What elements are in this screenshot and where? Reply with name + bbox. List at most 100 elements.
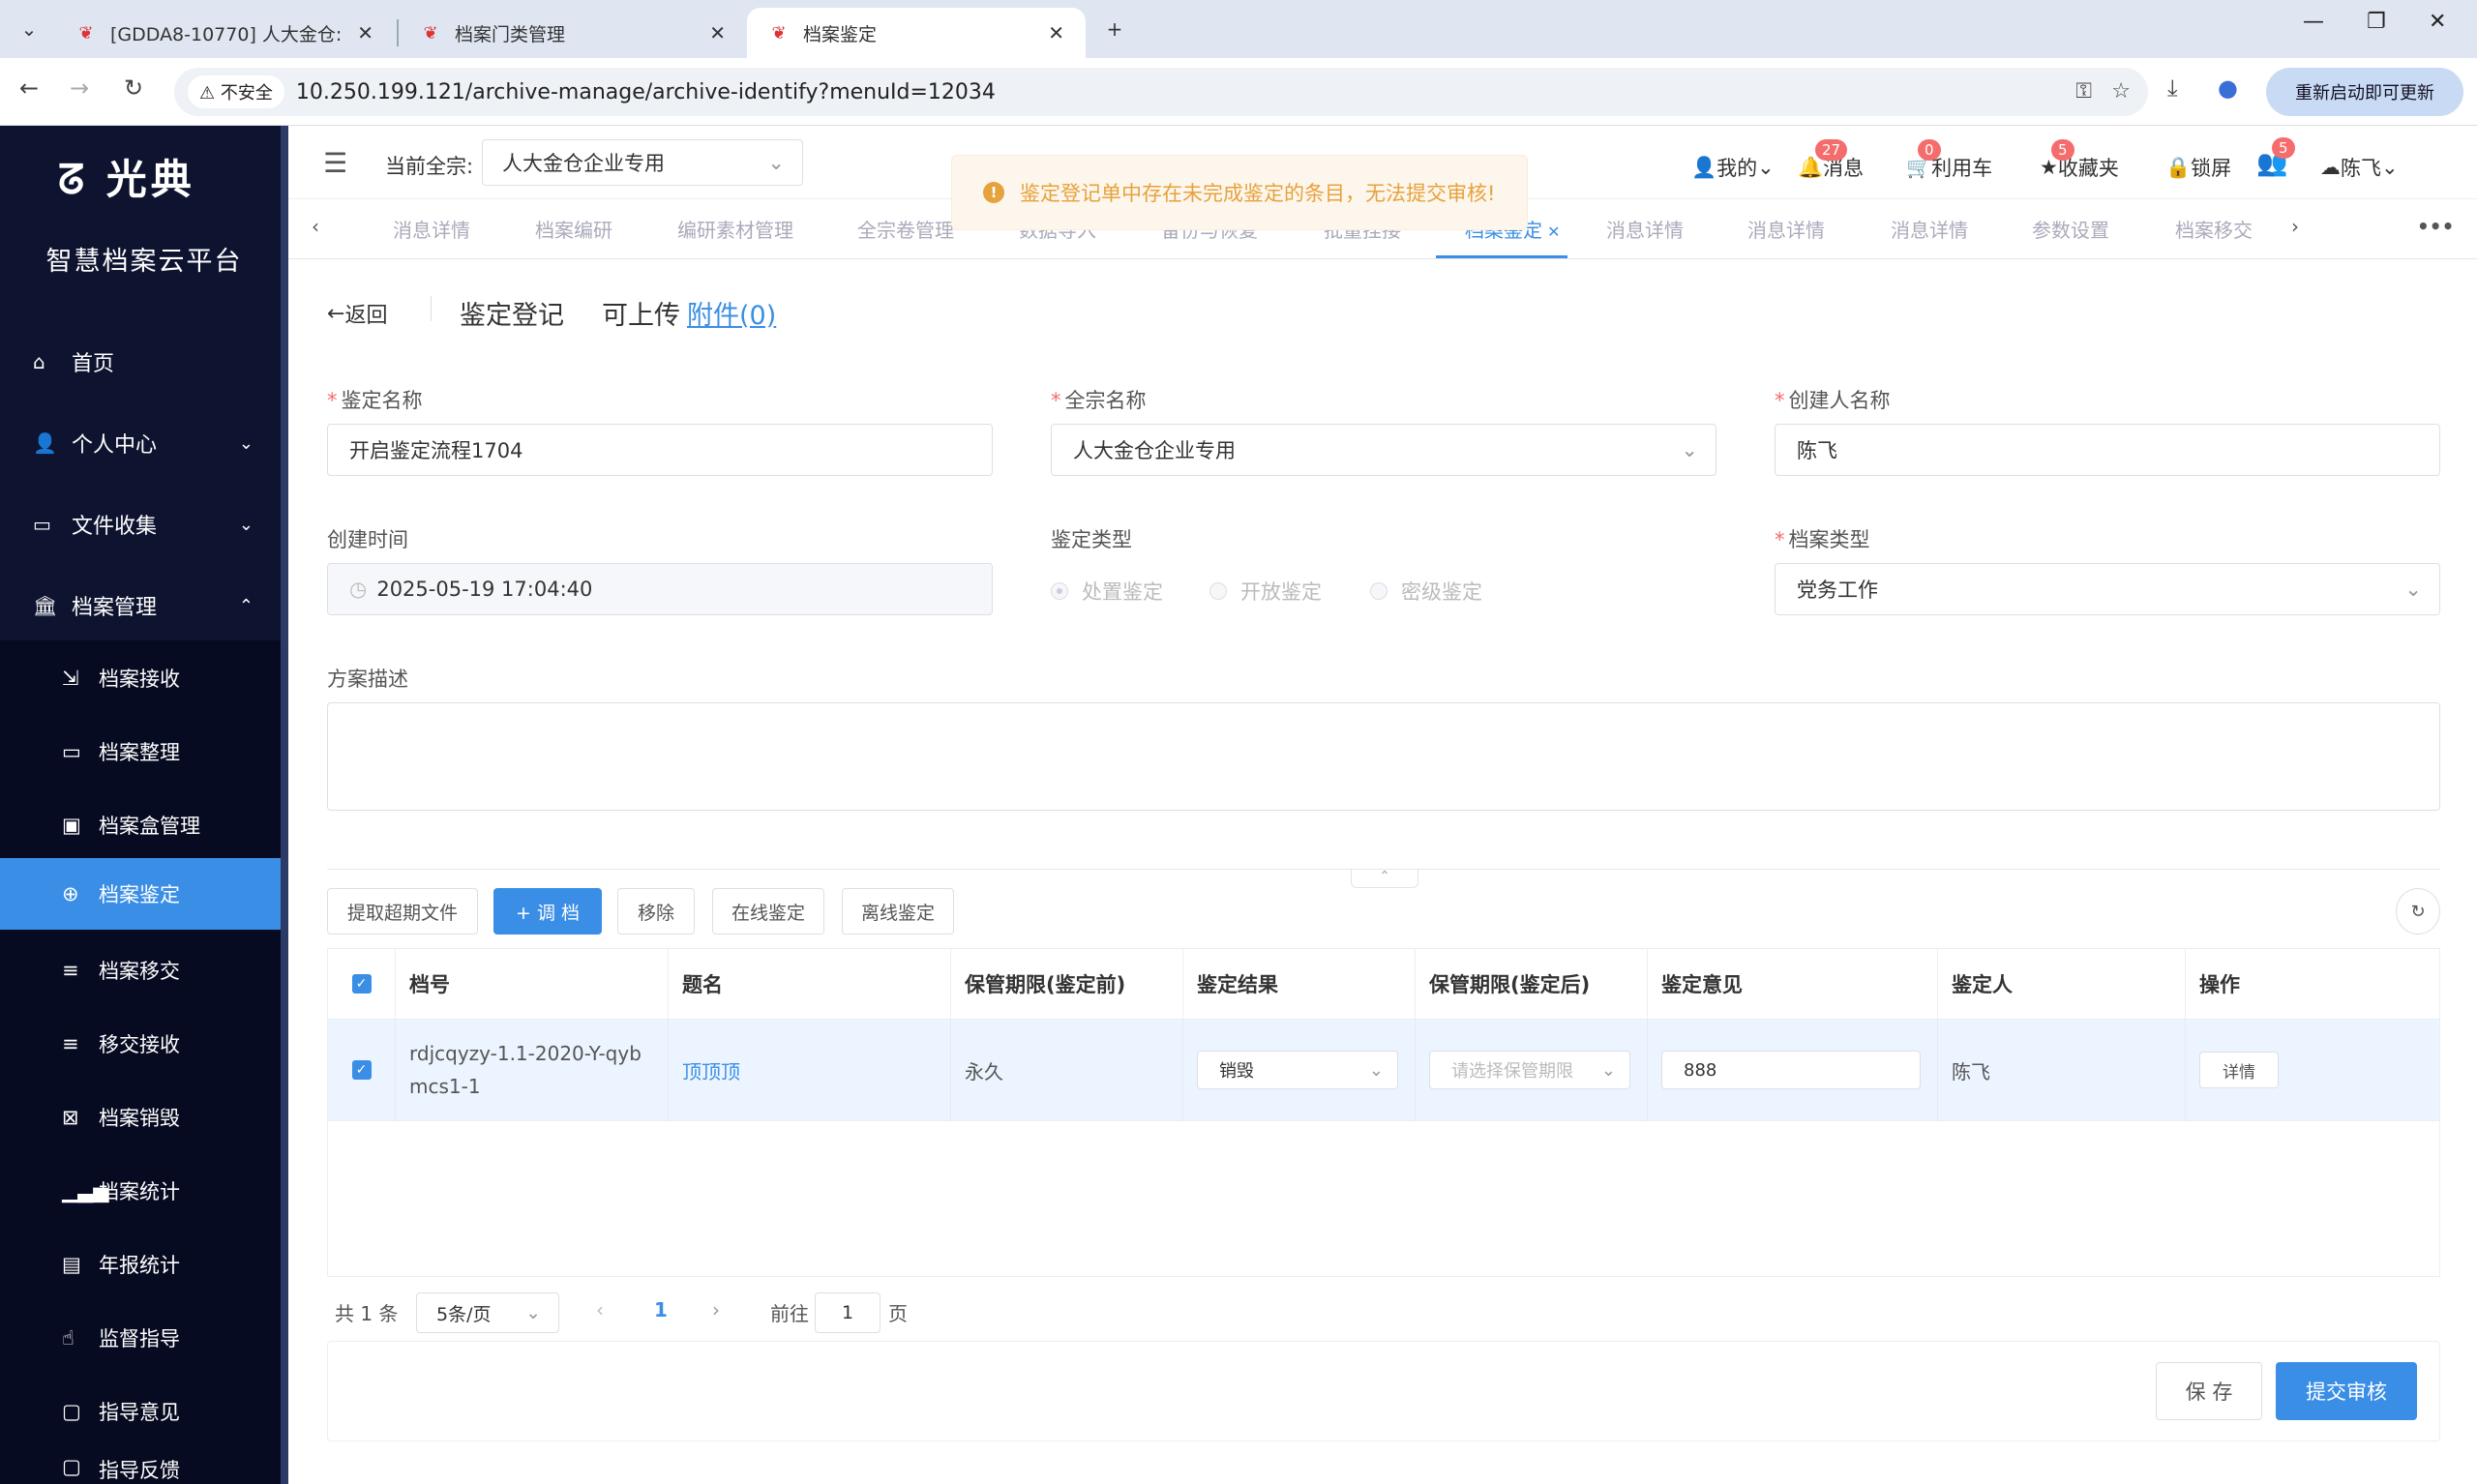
tag-item[interactable]: 全宗卷管理 [857, 215, 954, 243]
key-icon[interactable]: ⚿ [2075, 79, 2092, 104]
tag-item[interactable]: 档案编研 [535, 215, 612, 243]
back-icon[interactable]: ← [19, 74, 39, 102]
submenu-stats[interactable]: ▁▃▅ 档案统计 [0, 1155, 281, 1227]
update-button[interactable]: 重新启动即可更新 [2266, 68, 2463, 116]
submenu-opinion[interactable]: ▢ 指导意见 [0, 1376, 281, 1447]
row-checkbox[interactable]: ✓ [328, 1020, 396, 1120]
cart-link[interactable]: 🛒 利用车 [1906, 153, 1992, 182]
window-close-icon[interactable]: ✕ [2429, 10, 2446, 34]
tags-right-arrow-icon[interactable]: › [2291, 215, 2299, 238]
tab-list-icon[interactable]: ⌄ [12, 12, 46, 46]
tag-item[interactable]: 消息详情 [1891, 215, 1968, 243]
remove-button[interactable]: 移除 [617, 888, 695, 935]
forward-icon[interactable]: → [70, 74, 89, 102]
download-icon[interactable]: ⤓ [2167, 74, 2178, 102]
fonds-name-label: * 全宗名称 [1051, 389, 1147, 412]
radio-dispose[interactable]: 处置鉴定 [1051, 577, 1163, 606]
submenu-box[interactable]: ▣ 档案盒管理 [0, 789, 281, 861]
close-icon[interactable]: ✕ [1048, 21, 1064, 45]
url-field[interactable]: ⚠ 不安全 10.250.199.121/archive-manage/arch… [174, 68, 2148, 116]
archive-icon: 🏛 [33, 594, 58, 617]
tag-item[interactable]: 消息详情 [1747, 215, 1825, 243]
after-select[interactable]: 请选择保管期限 ⌄ [1429, 1051, 1630, 1089]
collapse-icon[interactable]: ⌃ [1351, 869, 1418, 888]
submenu-transfer[interactable]: ≡ 档案移交 [0, 935, 281, 1006]
tag-item[interactable]: 消息详情 [1606, 215, 1684, 243]
goto-input[interactable]: 1 [815, 1292, 880, 1333]
submenu-destroy[interactable]: ⊠ 档案销毁 [0, 1082, 281, 1153]
insecure-badge[interactable]: ⚠ 不安全 [188, 75, 284, 108]
desc-textarea[interactable] [327, 702, 2440, 811]
menu-archive-manage[interactable]: 🏛 档案管理 ⌃ [0, 571, 288, 640]
submenu-identify[interactable]: ⊕ 档案鉴定 [0, 858, 281, 930]
menu-personal[interactable]: 👤 个人中心 ⌄ [0, 408, 288, 478]
detail-button[interactable]: 详情 [2199, 1052, 2279, 1088]
menu-home[interactable]: ⌂ 首页 [0, 327, 288, 397]
more-tags-icon[interactable]: ••• [2417, 215, 2454, 238]
submenu-organize[interactable]: ▭ 档案整理 [0, 716, 281, 787]
attachment-link[interactable]: 附件(0) [687, 294, 776, 332]
submenu-transfer-receive[interactable]: ≡ 移交接收 [0, 1008, 281, 1080]
page-number[interactable]: 1 [654, 1298, 668, 1321]
close-icon[interactable]: ✕ [357, 21, 373, 45]
tags-left-arrow-icon[interactable]: ‹ [312, 215, 319, 238]
minimize-icon[interactable]: — [2303, 10, 2324, 34]
refresh-icon[interactable]: ↻ [2396, 888, 2440, 935]
tag-item[interactable]: 消息详情 [393, 215, 470, 243]
submenu-supervise[interactable]: ☝ 监督指导 [0, 1302, 281, 1374]
table-row[interactable]: ✓ rdjcqyzy-1.1-2020-Y-qyb mcs1-1 顶顶顶 永久 销… [328, 1019, 2439, 1121]
submit-review-button[interactable]: 提交审核 [2276, 1362, 2417, 1420]
chevron-down-icon: ⌄ [1600, 1059, 1616, 1081]
archive-type-select[interactable]: 党务工作 ⌄ [1775, 563, 2440, 615]
offline-identify-button[interactable]: 离线鉴定 [842, 888, 954, 935]
tag-item[interactable]: 参数设置 [2032, 215, 2109, 243]
prev-page-icon[interactable]: ‹ [596, 1298, 604, 1321]
close-icon[interactable]: ✕ [709, 21, 726, 45]
cell-title-link[interactable]: 顶顶顶 [669, 1020, 951, 1120]
mine-menu[interactable]: 👤 我的 ⌄ [1691, 153, 1775, 182]
creator-input[interactable]: 陈飞 [1775, 424, 2440, 476]
menu-file-collect[interactable]: ▭ 文件收集 ⌄ [0, 490, 288, 559]
submenu-receive[interactable]: ⇲ 档案接收 [0, 642, 281, 714]
cell-before: 永久 [951, 1020, 1183, 1120]
site-favicon-icon: ❦ [78, 22, 94, 44]
url-text: 10.250.199.121/archive-manage/archive-id… [295, 79, 996, 104]
favorites-link[interactable]: ★ 收藏夹 [2040, 153, 2119, 182]
extract-overdue-button[interactable]: 提取超期文件 [327, 888, 478, 935]
lock-screen-link[interactable]: 🔒 锁屏 [2165, 153, 2231, 182]
restore-icon[interactable]: ❐ [2367, 10, 2386, 34]
submenu-annual[interactable]: ▤ 年报统计 [0, 1229, 281, 1300]
new-tab-icon[interactable]: + [1097, 12, 1132, 46]
lock-icon: 🔒 [2165, 155, 2192, 179]
submenu-feedback[interactable]: ▢ 指导反馈 [0, 1449, 281, 1484]
result-select[interactable]: 销毁 ⌄ [1197, 1051, 1398, 1089]
radio-secret[interactable]: 密级鉴定 [1370, 577, 1482, 606]
tag-item[interactable]: 编研素材管理 [677, 215, 793, 243]
fonds-select[interactable]: 人大金仓企业专用 ⌄ [482, 139, 803, 186]
browser-tab-2[interactable]: ❦ 档案门类管理 ✕ [399, 8, 747, 58]
browser-tab-3[interactable]: ❦ 档案鉴定 ✕ [747, 8, 1086, 58]
fonds-name-select[interactable]: 人大金仓企业专用 ⌄ [1051, 424, 1716, 476]
select-all-checkbox[interactable]: ✓ [328, 949, 396, 1019]
online-identify-button[interactable]: 在线鉴定 [712, 888, 824, 935]
browser-tab-1[interactable]: ❦ [GDDA8-10770] 人大金仓: 问 ✕ [54, 8, 395, 58]
close-icon[interactable]: ✕ [1542, 223, 1560, 241]
profile-icon[interactable]: ● [2218, 74, 2238, 102]
user-menu[interactable]: ☁ 陈飞 ⌄ [2320, 153, 2399, 182]
page-size-select[interactable]: 5条/页 ⌄ [416, 1292, 559, 1333]
hamburger-icon[interactable]: ☰ [323, 147, 347, 179]
tag-item[interactable]: 档案移交 [2175, 215, 2253, 243]
time-input[interactable]: ◷ 2025-05-19 17:04:40 [327, 563, 993, 615]
fonds-label: 当前全宗: [385, 155, 474, 178]
fetch-archive-button[interactable]: + 调 档 [493, 888, 602, 935]
radio-open[interactable]: 开放鉴定 [1209, 577, 1322, 606]
opinion-input[interactable]: 888 [1661, 1051, 1921, 1089]
name-input[interactable]: 开启鉴定流程1704 [327, 424, 993, 476]
reload-icon[interactable]: ↻ [124, 74, 143, 102]
sidebar-scrollbar[interactable] [281, 126, 288, 1484]
star-icon[interactable]: ☆ [2111, 79, 2131, 104]
next-page-icon[interactable]: › [712, 1298, 720, 1321]
back-button[interactable]: ← 返回 [327, 298, 387, 329]
save-button[interactable]: 保 存 [2156, 1362, 2262, 1420]
chevron-down-icon: ⌄ [2381, 156, 2399, 179]
